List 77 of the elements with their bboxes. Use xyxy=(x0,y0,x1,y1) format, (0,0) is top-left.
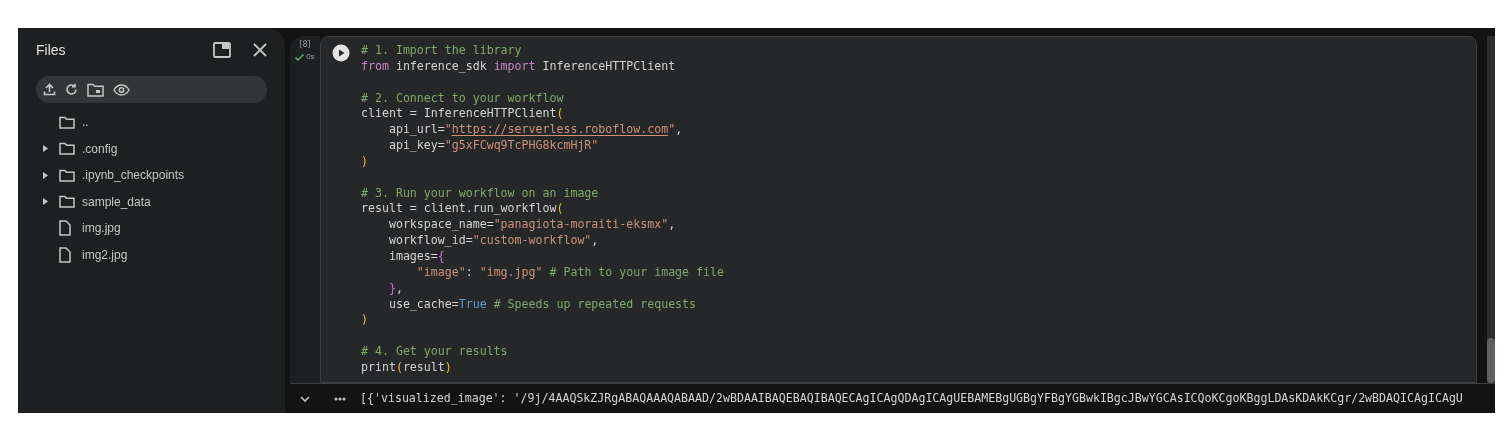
code-token: # Speeds up repeated requests xyxy=(492,296,697,311)
code-token: inference_sdk xyxy=(394,58,488,73)
close-icon[interactable] xyxy=(253,43,267,57)
code-token: ( xyxy=(556,106,564,121)
eye-icon[interactable] xyxy=(113,83,130,96)
code-token: True xyxy=(458,296,487,311)
folder-icon xyxy=(59,195,75,209)
code-token: { xyxy=(437,248,445,263)
caret-right-icon[interactable] xyxy=(42,145,48,153)
file-name: sample_data xyxy=(82,193,151,211)
code-token: ) xyxy=(444,359,452,374)
code-token: ( xyxy=(395,359,403,374)
upload-icon[interactable] xyxy=(43,83,56,96)
file-tree-item[interactable]: img.jpg xyxy=(36,215,267,242)
code-token: InferenceHTTPClient xyxy=(541,58,676,73)
file-name: img2.jpg xyxy=(82,246,128,264)
code-token: use_cache= xyxy=(387,296,459,311)
file-tree-item[interactable]: .config xyxy=(36,135,267,162)
code-link[interactable]: https://serverless.roboflow.com xyxy=(451,122,669,137)
code-token: result xyxy=(402,359,445,374)
code-token: import xyxy=(493,58,536,73)
code-token: images= xyxy=(387,248,438,263)
output-text: [{'visualized_image': '/9j/4AAQSkZJRgABAQAAAQABAAD/2wBDAAIBAQEBAQIBAQECAgICAgQDAgICAgUEBAMEBgUGBgYFBgYGBwkIBgcJBwYGCAsICQoKCgoKBggLDAsKDAkKCgr/2wBDAQICAgICAgU xyxy=(360,389,1463,407)
file-icon xyxy=(59,220,71,237)
code-token: # 1. Import the library xyxy=(361,43,522,57)
code-token: workflow_id= xyxy=(387,233,473,248)
code-token: ) xyxy=(361,153,368,168)
code-token: ) xyxy=(361,312,368,327)
code-token: , xyxy=(668,217,676,232)
file-tree-item[interactable]: img2.jpg xyxy=(36,241,267,268)
file-name: .config xyxy=(82,140,118,158)
folder-icon xyxy=(59,142,75,156)
folder-icon xyxy=(59,168,75,182)
file-name: .ipynb_checkpoints xyxy=(82,167,185,185)
execution-count: [8] xyxy=(299,39,311,51)
dock-panel-icon[interactable] xyxy=(213,42,231,58)
caret-right-icon[interactable] xyxy=(42,171,48,179)
code-token: " xyxy=(444,122,452,137)
code-token: # 4. Get your results xyxy=(361,344,508,359)
code-token: workspace_name= xyxy=(387,217,494,232)
code-token: } xyxy=(387,280,396,295)
code-token: "custom-workflow" xyxy=(472,233,592,248)
caret-right-icon[interactable] xyxy=(42,198,48,206)
file-name: .. xyxy=(82,114,89,132)
code-token: "panagiota-moraiti-eksmx" xyxy=(493,217,669,232)
file-name: img.jpg xyxy=(82,220,121,238)
code-token: ( xyxy=(556,201,564,216)
file-tree-item[interactable]: .ipynb_checkpoints xyxy=(36,162,267,189)
new-folder-icon[interactable] xyxy=(87,82,104,97)
run-time: 0s xyxy=(306,51,315,63)
file-tree-item[interactable]: .. xyxy=(36,109,267,136)
code-token: print xyxy=(361,359,396,374)
code-token: "g5xFCwq9TcPHG8kcmHjR" xyxy=(444,138,599,153)
folder-icon xyxy=(59,115,75,129)
check-icon xyxy=(295,53,305,61)
code-token: from xyxy=(361,58,389,73)
refresh-icon[interactable] xyxy=(65,83,78,96)
code-token: # 2. Connect to your workflow xyxy=(361,90,564,105)
file-tree-item[interactable]: sample_data xyxy=(36,188,267,215)
code-token: # 3. Run your workflow on an image xyxy=(361,185,599,200)
code-token: " xyxy=(668,122,676,137)
code-token: # Path to your image file xyxy=(548,264,724,279)
code-token: api_key= xyxy=(387,138,445,153)
run-button-icon[interactable] xyxy=(332,44,350,62)
code-token: , xyxy=(675,122,683,137)
code-token: client = InferenceHTTPClient xyxy=(361,106,557,121)
code-token: result = client.run_workflow xyxy=(361,201,557,216)
code-token: , xyxy=(395,280,403,295)
code-token: "img.jpg" xyxy=(479,264,543,279)
code-token: "image" xyxy=(415,264,466,279)
code-token: , xyxy=(591,233,599,248)
code-token: : xyxy=(465,264,474,279)
code-token: api_url= xyxy=(387,122,445,137)
more-icon[interactable] xyxy=(334,396,346,401)
chevron-down-icon[interactable] xyxy=(300,395,310,402)
panel-title: Files xyxy=(36,40,67,60)
file-icon xyxy=(59,246,71,263)
